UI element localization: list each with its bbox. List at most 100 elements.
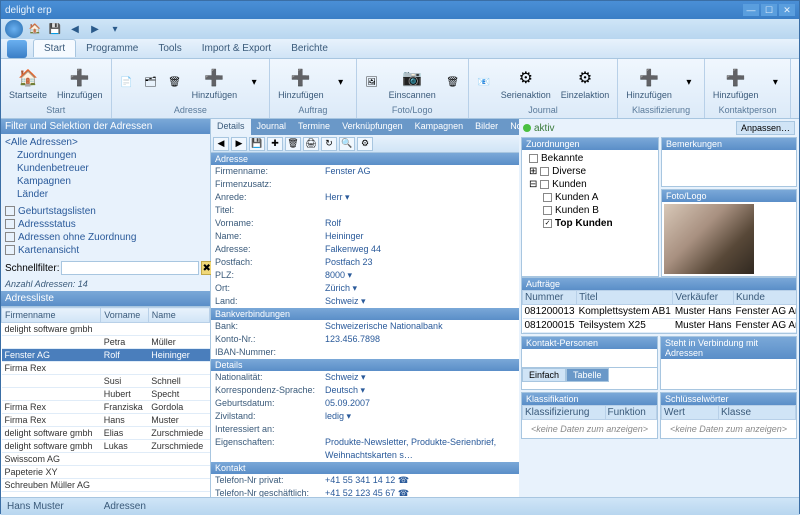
field-value[interactable]: Heininger <box>325 230 515 243</box>
detail-tab[interactable]: Details <box>211 119 251 135</box>
field-value[interactable]: Schweiz ▾ <box>325 295 515 308</box>
order-col[interactable]: Nummer <box>523 291 577 305</box>
menu-tab-programme[interactable]: Programme <box>76 40 148 57</box>
menu-tab-import & export[interactable]: Import & Export <box>192 40 281 57</box>
grid-row[interactable]: Papeterie XY <box>2 466 210 479</box>
tree-item[interactable]: Kundenbetreuer <box>5 162 206 175</box>
field-value[interactable]: ledig ▾ <box>325 410 515 423</box>
grid-row[interactable]: Schreuben Müller AG <box>2 479 210 492</box>
schluss-col-0[interactable]: Wert <box>662 406 719 420</box>
ribbon-btn[interactable]: 🏠Startseite <box>5 64 51 102</box>
order-col[interactable]: Kunde <box>734 291 796 305</box>
ribbon-btn[interactable]: ➕Hinzufügen <box>53 64 107 102</box>
ribbon-btn[interactable]: ▾ <box>764 74 786 92</box>
ribbon-btn[interactable]: ▾ <box>678 74 700 92</box>
field-value[interactable]: 123.456.7898 <box>325 333 515 346</box>
grid-col[interactable]: Vorname <box>101 308 149 323</box>
kontaktpersonen-body[interactable] <box>522 349 657 367</box>
bemerkungen-body[interactable] <box>662 150 796 186</box>
ribbon-btn[interactable]: ➕Hinzufügen <box>274 64 328 102</box>
filter-tree[interactable]: <Alle Adressen>ZuordnungenKundenbetreuer… <box>1 134 210 203</box>
checkbox-icon[interactable] <box>543 206 552 215</box>
contact-photo[interactable] <box>664 204 754 274</box>
tb-refresh-icon[interactable]: ↻ <box>321 137 337 151</box>
detail-tab[interactable]: Bilder <box>469 119 504 135</box>
ribbon-btn[interactable]: 🗑 <box>442 74 464 92</box>
field-value[interactable]: 05.09.2007 <box>325 397 515 410</box>
menu-tab-berichte[interactable]: Berichte <box>281 40 338 57</box>
klass-col-1[interactable]: Funktion <box>605 406 657 420</box>
tree-item[interactable]: Zuordnungen <box>5 149 206 162</box>
qat-forward-icon[interactable]: ▶ <box>87 21 103 37</box>
detail-tab[interactable]: Verknüpfungen <box>336 119 409 135</box>
ribbon-btn[interactable]: 🗑 <box>164 74 186 92</box>
field-value[interactable]: Zürich ▾ <box>325 282 515 295</box>
grid-row[interactable]: Fenster AGRolfHeininger <box>2 349 210 362</box>
checkbox-icon[interactable] <box>5 245 15 255</box>
grid-row[interactable]: HubertSpecht <box>2 388 210 401</box>
quickfilter-input[interactable] <box>61 261 199 275</box>
checkbox-icon[interactable] <box>5 206 15 216</box>
grid-row[interactable]: Firma RexHansMuster <box>2 414 210 427</box>
menu-tab-tools[interactable]: Tools <box>148 40 191 57</box>
field-value[interactable]: Schweiz ▾ <box>325 371 515 384</box>
ribbon-btn[interactable]: ▾ <box>330 74 352 92</box>
ribbon-btn[interactable]: ➕Hinzufügen <box>188 64 242 102</box>
zuord-item[interactable]: ⊞ Diverse <box>525 165 655 178</box>
field-value[interactable]: 8000 ▾ <box>325 269 515 282</box>
detail-tab[interactable]: Kampagnen <box>409 119 470 135</box>
field-value[interactable]: Herr ▾ <box>325 191 515 204</box>
check-item[interactable]: Adressstatus <box>5 218 206 231</box>
checkbox-icon[interactable] <box>529 154 538 163</box>
grid-row[interactable]: Firma Rex <box>2 362 210 375</box>
field-value[interactable] <box>325 178 515 191</box>
zuord-item[interactable]: Bekannte <box>525 152 655 165</box>
ribbon-btn[interactable]: 🗂 <box>140 74 162 92</box>
qat-home-icon[interactable]: 🏠 <box>27 21 43 37</box>
tb-del-icon[interactable]: 🗑 <box>285 137 301 151</box>
tb-new-icon[interactable]: ✚ <box>267 137 283 151</box>
field-value[interactable]: +41 52 123 45 67 ☎ <box>325 487 515 497</box>
field-value[interactable]: Falkenweg 44 <box>325 243 515 256</box>
tb-next-icon[interactable]: ▶ <box>231 137 247 151</box>
check-item[interactable]: Geburtstagslisten <box>5 205 206 218</box>
grid-row[interactable]: Firma RexFranziskaGordola <box>2 401 210 414</box>
tb-print-icon[interactable]: 🖨 <box>303 137 319 151</box>
grid-row[interactable]: PetraMüller <box>2 336 210 349</box>
grid-row[interactable]: delight software gmbh <box>2 323 210 336</box>
field-value[interactable]: Schweizerische Nationalbank <box>325 320 515 333</box>
ribbon-btn[interactable]: ➕Hinzufügen <box>622 64 676 102</box>
field-value[interactable]: Fenster AG <box>325 165 515 178</box>
field-value[interactable] <box>325 423 515 436</box>
maximize-button[interactable]: ☐ <box>761 4 777 16</box>
qat-back-icon[interactable]: ◀ <box>67 21 83 37</box>
file-orb[interactable] <box>7 40 27 58</box>
ribbon-btn[interactable]: 📷Einscannen <box>385 64 440 102</box>
checkbox-icon[interactable] <box>5 219 15 229</box>
tree-item[interactable]: Kampagnen <box>5 175 206 188</box>
grid-row[interactable]: Swisscom AG <box>2 453 210 466</box>
zuord-item[interactable]: Top Kunden <box>525 217 655 230</box>
grid-row[interactable]: delight software gmbhEliasZurschmiede <box>2 427 210 440</box>
order-row[interactable]: 081200015Teilsystem X25Muster HansFenste… <box>523 319 797 333</box>
checkbox-icon[interactable] <box>543 219 552 228</box>
tb-save-icon[interactable]: 💾 <box>249 137 265 151</box>
field-value[interactable]: Postfach 23 <box>325 256 515 269</box>
detail-tab[interactable]: Journal <box>251 119 293 135</box>
checkbox-icon[interactable] <box>543 193 552 202</box>
field-value[interactable]: +41 55 341 14 12 ☎ <box>325 474 515 487</box>
qat-save-icon[interactable]: 💾 <box>47 21 63 37</box>
grid-col[interactable]: Firmenname <box>2 308 101 323</box>
ribbon-btn[interactable]: ▾ <box>243 74 265 92</box>
order-col[interactable]: Titel <box>577 291 673 305</box>
check-item[interactable]: Kartenansicht <box>5 244 206 257</box>
tree-item[interactable]: Länder <box>5 188 206 201</box>
ribbon-btn[interactable]: 🖼 <box>361 74 383 92</box>
order-row[interactable]: 081200013Komplettsystem AB1Muster HansFe… <box>523 305 797 319</box>
kp-tab-tabelle[interactable]: Tabelle <box>566 368 609 382</box>
anpassen-button[interactable]: Anpassen… <box>736 121 795 135</box>
ribbon-btn[interactable]: 📧 <box>473 74 495 92</box>
ribbon-btn[interactable]: ➕Hinzufügen <box>795 64 800 102</box>
field-value[interactable]: Produkte-Newsletter, Produkte-Serienbrie… <box>325 436 515 462</box>
zuord-item[interactable]: Kunden A <box>525 191 655 204</box>
